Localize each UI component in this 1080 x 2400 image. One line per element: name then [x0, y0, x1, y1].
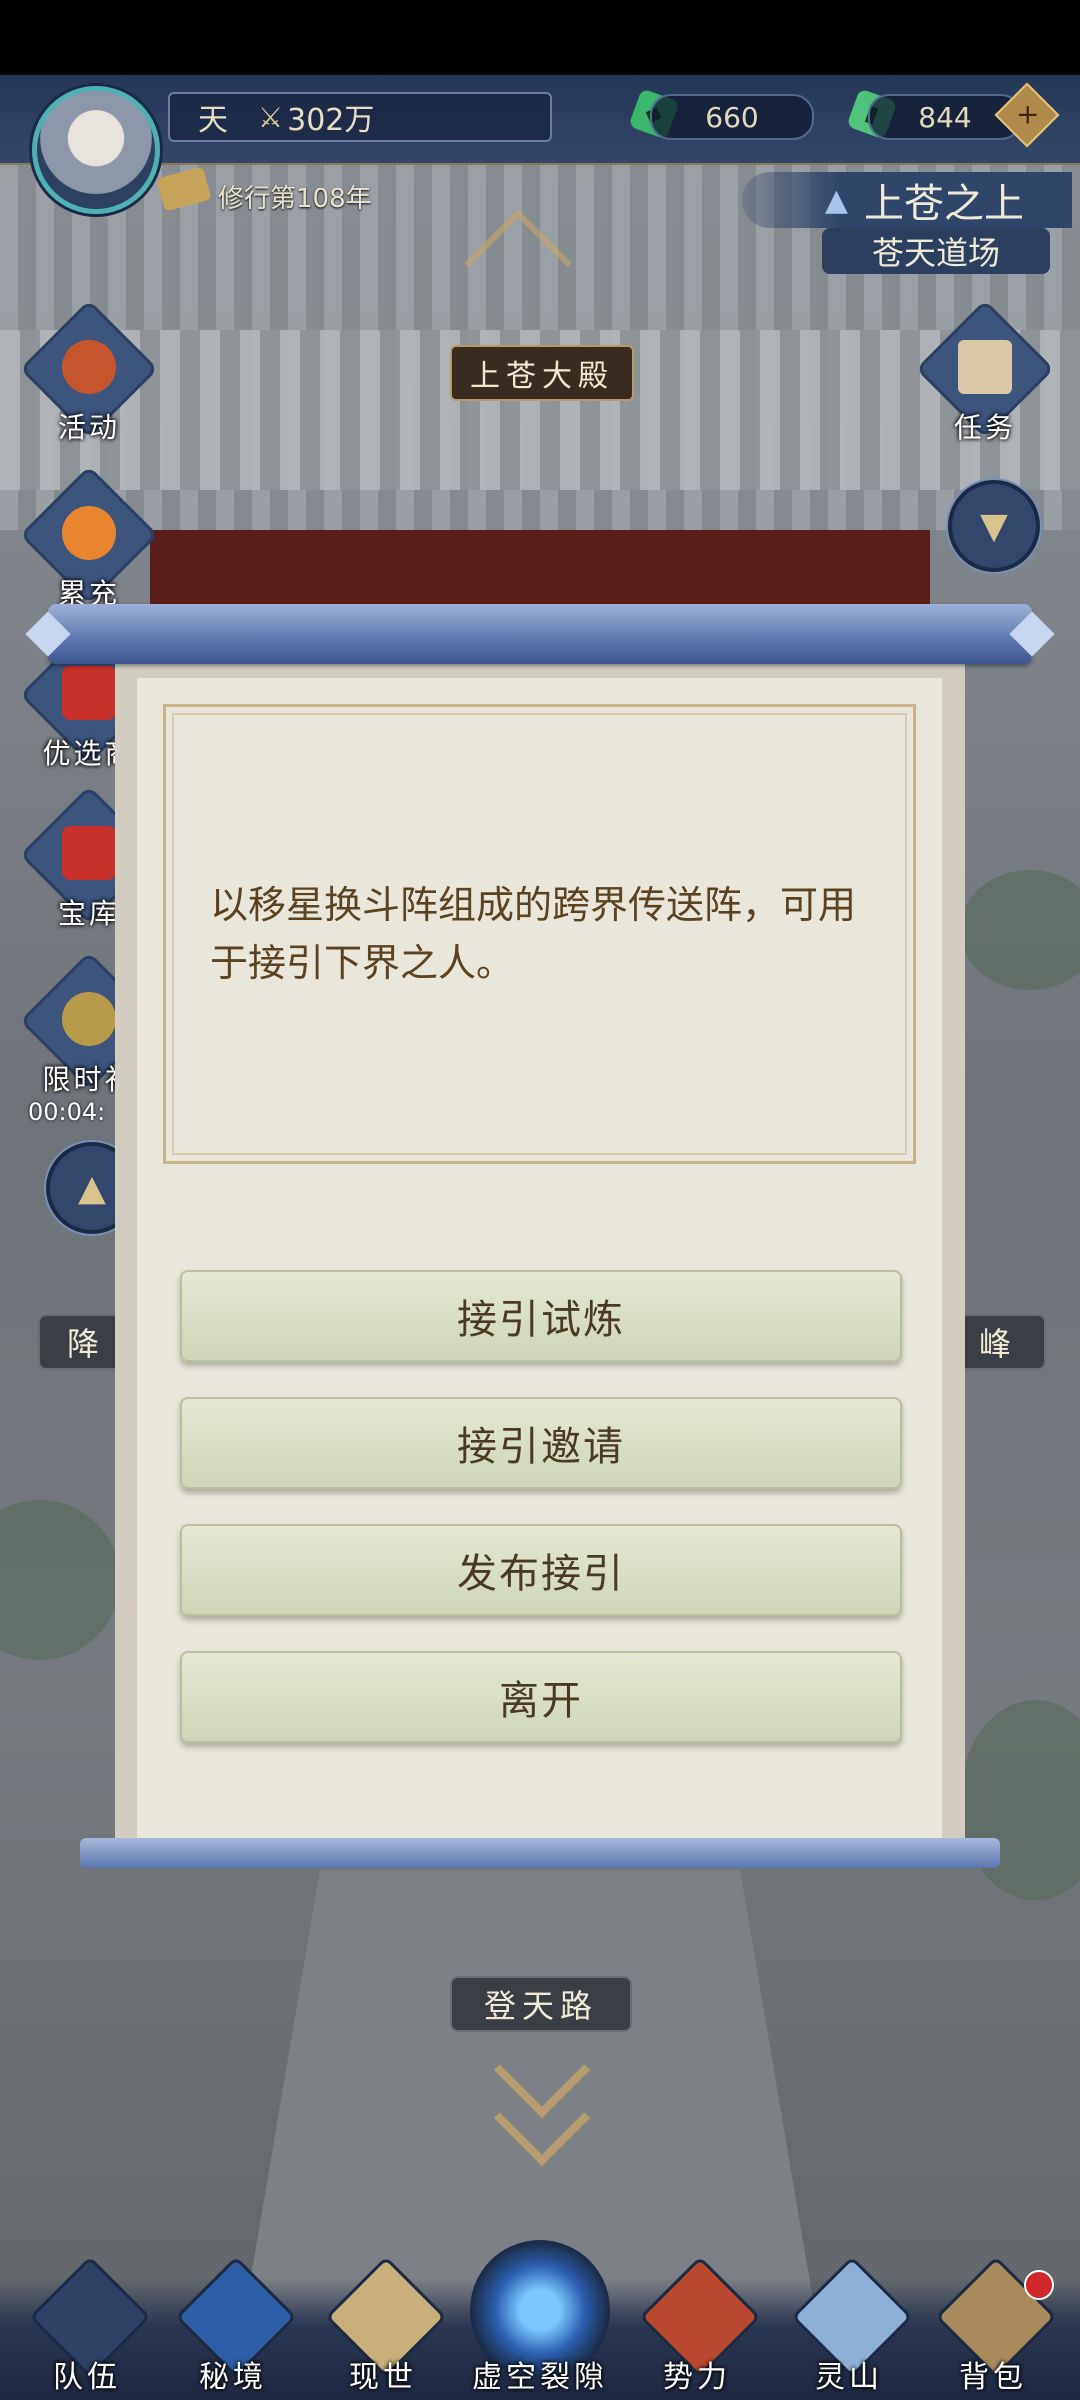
nav-world[interactable]: 现世	[318, 2256, 448, 2400]
nav-team[interactable]: 队伍	[22, 2256, 152, 2400]
chest-glyph	[62, 826, 116, 880]
side-button-task[interactable]: 任务	[915, 299, 1055, 444]
bag-glyph	[62, 992, 116, 1046]
location-main-label: 上苍之上	[864, 181, 1024, 227]
nav-void-rift[interactable]: 虚空裂隙	[455, 2268, 625, 2400]
location-sub[interactable]: 苍天道场	[822, 228, 1050, 274]
limited-gift-timer: 00:04:	[28, 1098, 106, 1126]
leave-button[interactable]: 离开	[180, 1651, 902, 1743]
jade-currency-value[interactable]: 660	[650, 94, 814, 140]
realm-prefix: 天	[198, 103, 228, 138]
power-value: 302万	[287, 103, 375, 138]
side-label-activity: 活动	[57, 411, 120, 444]
status-bar	[0, 0, 1080, 75]
summon-invite-button[interactable]: 接引邀请	[180, 1397, 902, 1489]
dialog-scroll-rod-top	[48, 604, 1032, 664]
location-main[interactable]: ▲ 上苍之上	[742, 172, 1072, 228]
chevron-up-icon: ▲	[78, 1167, 106, 1209]
nav-label-backpack: 背包	[959, 2360, 1027, 2395]
collapse-arrow-button[interactable]: ▼	[948, 480, 1040, 572]
nav-spirit-mountain[interactable]: 灵山	[784, 2256, 914, 2400]
publish-summon-button[interactable]: 发布接引	[180, 1524, 902, 1616]
nav-label-team: 队伍	[53, 2360, 121, 2395]
nav-label-secret-realm: 秘境	[199, 2360, 267, 2395]
nav-faction[interactable]: 势力	[632, 2256, 762, 2400]
chevron-down-icon: ▼	[980, 505, 1008, 547]
scroll-glyph	[958, 340, 1012, 394]
player-avatar[interactable]	[32, 86, 160, 214]
nav-label-world: 现世	[349, 2360, 417, 2395]
side-button-activity[interactable]: 活动	[19, 299, 159, 444]
nav-label-faction: 势力	[663, 2360, 731, 2395]
side-label-task: 任务	[953, 411, 1016, 444]
nav-label-void-rift: 虚空裂隙	[472, 2360, 608, 2395]
summon-trial-button[interactable]: 接引试炼	[180, 1270, 902, 1362]
lantern-glyph	[62, 340, 116, 394]
plus-icon: +	[1015, 97, 1040, 131]
gift-glyph	[62, 666, 116, 720]
dialog-scroll-rod-bottom	[80, 1838, 1000, 1868]
dialog-description: 以移星换斗阵组成的跨界传送阵，可用于接引下界之人。	[210, 883, 857, 985]
power-display[interactable]: 天 ⚔ 302万	[168, 92, 552, 142]
lantern-glyph	[62, 506, 116, 560]
notification-badge	[1024, 2270, 1054, 2300]
cultivation-year: 修行第108年	[218, 184, 372, 214]
side-button-recharge[interactable]: 累充	[19, 465, 159, 610]
sword-icon: ⚔	[258, 100, 284, 134]
nav-secret-realm[interactable]: 秘境	[168, 2256, 298, 2400]
hall-name-plaque[interactable]: 上苍大殿	[450, 345, 634, 401]
nav-label-spirit-mountain: 灵山	[815, 2360, 883, 2395]
location-pin-icon: ▲	[824, 182, 848, 218]
